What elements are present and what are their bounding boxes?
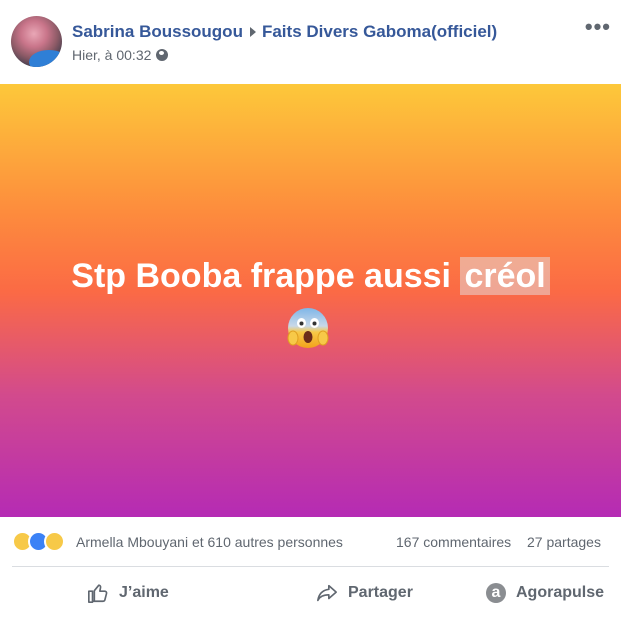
divider — [12, 566, 609, 567]
author-line: Sabrina Boussougou Faits Divers Gaboma(of… — [72, 22, 497, 42]
post-timestamp[interactable]: Hier, à 00:32 — [72, 47, 151, 63]
author-name[interactable]: Sabrina Boussougou — [72, 22, 243, 41]
shares-count[interactable]: 27 partages — [527, 534, 601, 550]
globe-icon[interactable] — [156, 49, 169, 61]
post-background: Stp Booba frappe aussi créol — [0, 84, 621, 517]
post-header: Sabrina Boussougou Faits Divers Gaboma(of… — [0, 0, 621, 84]
wow-icon[interactable] — [44, 531, 65, 552]
reaction-names[interactable]: Armella Mbouyani et 610 autres personnes — [76, 534, 343, 550]
group-name[interactable]: Faits Divers Gaboma(officiel) — [262, 22, 497, 41]
action-bar: J’aime Partager a Agorapulse — [0, 570, 621, 614]
post-text-highlight: créol — [460, 257, 550, 295]
like-label: J’aime — [119, 584, 169, 601]
post-meta: Hier, à 00:32 — [72, 47, 169, 63]
reactions-row: Armella Mbouyani et 610 autres personnes… — [0, 528, 621, 556]
face-screaming-in-fear-emoji — [287, 308, 329, 348]
share-arrow-icon — [317, 584, 337, 602]
avatar[interactable] — [11, 16, 62, 67]
post-text: Stp Booba frappe aussi créol — [0, 256, 621, 296]
post-text-main: Stp Booba frappe aussi — [71, 257, 461, 295]
agorapulse-label: Agorapulse — [516, 584, 605, 601]
more-options-icon[interactable]: ••• — [585, 14, 611, 40]
comments-count[interactable]: 167 commentaires — [396, 534, 511, 550]
facebook-post: Sabrina Boussougou Faits Divers Gaboma(of… — [0, 0, 621, 617]
like-button[interactable]: J’aime — [87, 580, 169, 606]
reaction-icons[interactable] — [12, 531, 74, 553]
agorapulse-button[interactable]: a Agorapulse — [486, 580, 604, 606]
caret-right-icon — [249, 27, 256, 38]
share-label: Partager — [348, 584, 413, 601]
thumbs-up-icon — [88, 584, 108, 603]
share-button[interactable]: Partager — [316, 580, 413, 606]
agorapulse-icon: a — [486, 583, 506, 603]
